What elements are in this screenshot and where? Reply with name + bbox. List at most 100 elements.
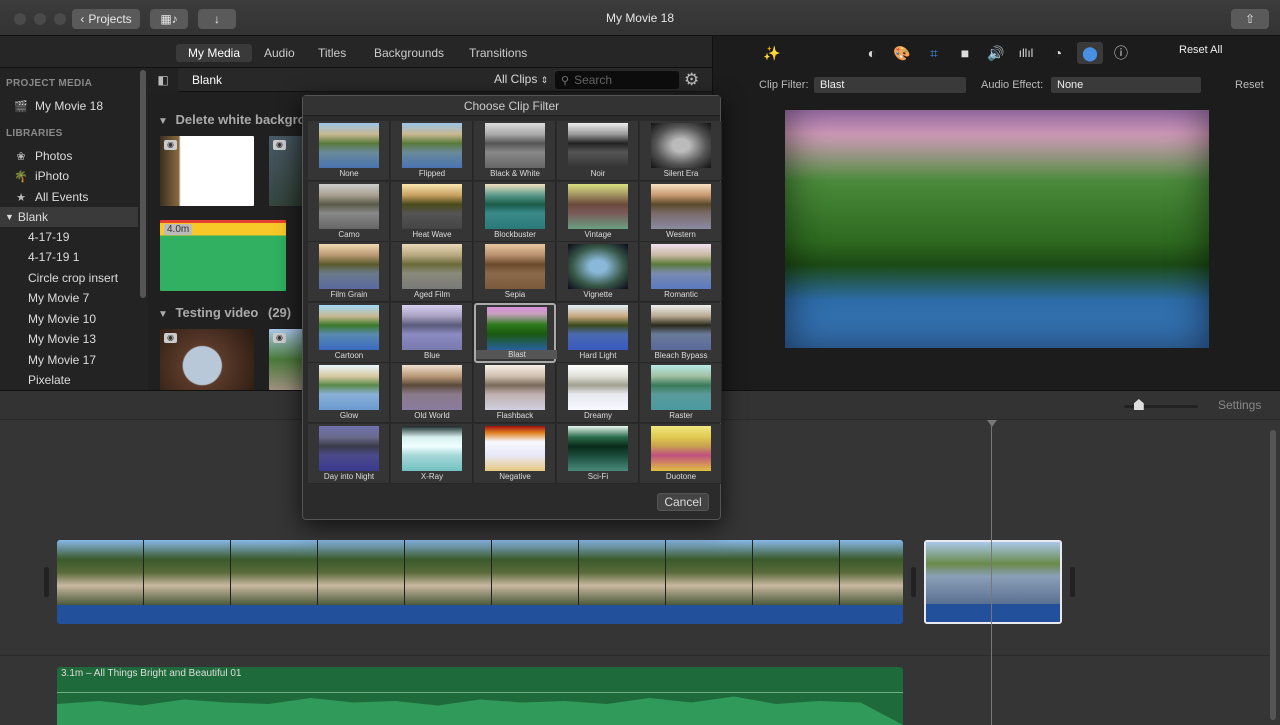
selected-video-clip[interactable] [924,540,1062,624]
filter-option[interactable]: None [308,121,390,181]
filter-option-label: Raster [669,411,693,420]
filter-option[interactable]: Glow [308,363,390,423]
timeline-settings-button[interactable]: Settings [1218,398,1261,412]
filter-option[interactable]: Cartoon [308,302,390,363]
reset-all-button[interactable]: Reset All [1179,44,1222,56]
filter-option[interactable]: Vignette [557,242,639,302]
media-thumbnail[interactable]: ◉ [160,329,254,390]
filter-option-label: Blue [423,350,440,360]
tab-titles[interactable]: Titles [306,44,358,62]
stabilization-camera-icon[interactable]: ■ [952,42,978,64]
cancel-button[interactable]: Cancel [657,493,709,511]
filter-option-label: Blast [476,349,558,359]
filter-option[interactable]: Sci-Fi [557,423,639,484]
filter-option[interactable]: Negative [474,423,556,484]
speed-gauge-icon[interactable]: ◔ [1045,42,1071,64]
sidebar-item-iphoto[interactable]: 🌴 iPhoto [0,166,138,186]
event-group-header[interactable]: ▼ Delete white backgro [158,112,306,127]
filter-option[interactable]: Flipped [391,121,473,181]
volume-icon[interactable]: 🔊 [983,42,1009,64]
video-clip[interactable] [57,540,903,624]
filter-option[interactable]: Day into Night [308,423,390,484]
sidebar-event[interactable]: My Movie 17 [0,350,138,370]
filter-option[interactable]: Raster [640,363,722,423]
audio-clip[interactable]: 3.1m – All Things Bright and Beautiful 0… [57,667,903,725]
filter-option[interactable]: Film Grain [308,242,390,302]
sidebar-item-blank-library[interactable]: ▼ Blank [0,207,138,227]
media-thumbnail[interactable]: 4.0m [160,220,286,291]
filter-option[interactable]: Hard Light [557,302,639,363]
transition-handle[interactable] [911,567,916,597]
filter-option[interactable]: Aged Film [391,242,473,302]
filter-option-label: Sci-Fi [587,471,609,481]
filter-option[interactable]: Blockbuster [474,181,556,242]
sidebar-event[interactable]: My Movie 10 [0,309,138,329]
camera-icon: ◉ [164,140,177,150]
filter-preview-thumbnail [402,244,462,289]
search-field[interactable]: ⚲ Search [555,71,679,89]
filter-option[interactable]: Western [640,181,722,242]
filter-option[interactable]: Sepia [474,242,556,302]
sidebar-event[interactable]: My Movie 7 [0,288,138,308]
crop-icon[interactable]: ⌗ [921,42,947,64]
tab-transitions[interactable]: Transitions [457,44,539,62]
tab-audio[interactable]: Audio [252,44,307,62]
filter-option[interactable]: Old World [391,363,473,423]
filter-option-label: Camo [338,229,360,239]
gear-icon[interactable]: ⚙ [684,70,699,90]
filter-option-label: Bleach Bypass [654,350,708,360]
timeline-scrollbar[interactable] [1270,430,1276,720]
media-thumbnail[interactable]: ◉ [160,136,254,206]
filter-option[interactable]: Black & White [474,121,556,181]
sidebar-event[interactable]: Pixelate [0,370,138,390]
zoom-slider-knob[interactable] [1133,399,1144,410]
filter-option[interactable]: Bleach Bypass [640,302,722,363]
transition-handle[interactable] [44,567,49,597]
filter-option-label: Aged Film [413,290,450,299]
color-balance-icon[interactable]: ◐ [859,42,885,64]
sidebar-item-photos[interactable]: ❀ Photos [0,146,138,166]
filter-option[interactable]: Blue [391,302,473,363]
video-preview[interactable] [785,110,1209,348]
equalizer-icon[interactable]: ıllıl [1013,42,1039,64]
sidebar-item-project[interactable]: 🎬 My Movie 18 [0,96,138,116]
clip-audio-strip [57,605,903,624]
filter-option[interactable]: Flashback [474,363,556,423]
sidebar-event[interactable]: My Movie 13 [0,329,138,349]
filter-option[interactable]: Heat Wave [391,181,473,242]
sidebar-scrollbar[interactable] [140,70,146,298]
sidebar-item-all-events[interactable]: ★ All Events [0,187,138,207]
filter-preview-thumbnail [485,425,545,471]
tab-backgrounds[interactable]: Backgrounds [362,44,456,62]
filter-option[interactable]: Camo [308,181,390,242]
color-palette-icon[interactable]: 🎨 [889,42,915,64]
event-group-header[interactable]: ▼ Testing video (29) [158,305,291,320]
sidebar-event[interactable]: Circle crop insert [0,268,138,288]
filter-option[interactable]: Silent Era [640,121,722,181]
reset-button[interactable]: Reset [1235,79,1264,91]
filter-option[interactable]: Blast [474,302,558,363]
filter-option[interactable]: Romantic [640,242,722,302]
clip-filter-icon[interactable]: ⬤ [1077,42,1103,64]
filter-option[interactable]: Dreamy [557,363,639,423]
info-icon[interactable]: ⓘ [1108,42,1134,64]
tab-my-media[interactable]: My Media [176,44,253,62]
sidebar-event[interactable]: 4-17-19 [0,227,138,247]
magic-wand-icon[interactable]: ✨ [759,42,785,64]
audio-effect-field[interactable]: None [1051,77,1201,93]
playhead-marker-icon[interactable] [987,420,997,427]
filter-option[interactable]: X-Ray [391,423,473,484]
share-button[interactable]: ⇧ [1231,9,1269,29]
filter-option[interactable]: Duotone [640,423,722,484]
filter-option[interactable]: Noir [557,121,639,181]
filter-preview-thumbnail [651,365,711,410]
sidebar-toggle-icon[interactable]: ◧ [148,68,178,92]
sidebar-event[interactable]: 4-17-19 1 [0,247,138,267]
choose-clip-filter-dialog: Choose Clip Filter None Flipped Black & Wh… [302,95,722,520]
clip-filter-field[interactable]: Blast [814,77,966,93]
clip-frame [318,540,405,605]
clip-filter-select[interactable]: All Clips ⇕ [494,72,548,86]
playhead[interactable] [991,420,992,725]
transition-handle[interactable] [1070,567,1075,597]
filter-option[interactable]: Vintage [557,181,639,242]
